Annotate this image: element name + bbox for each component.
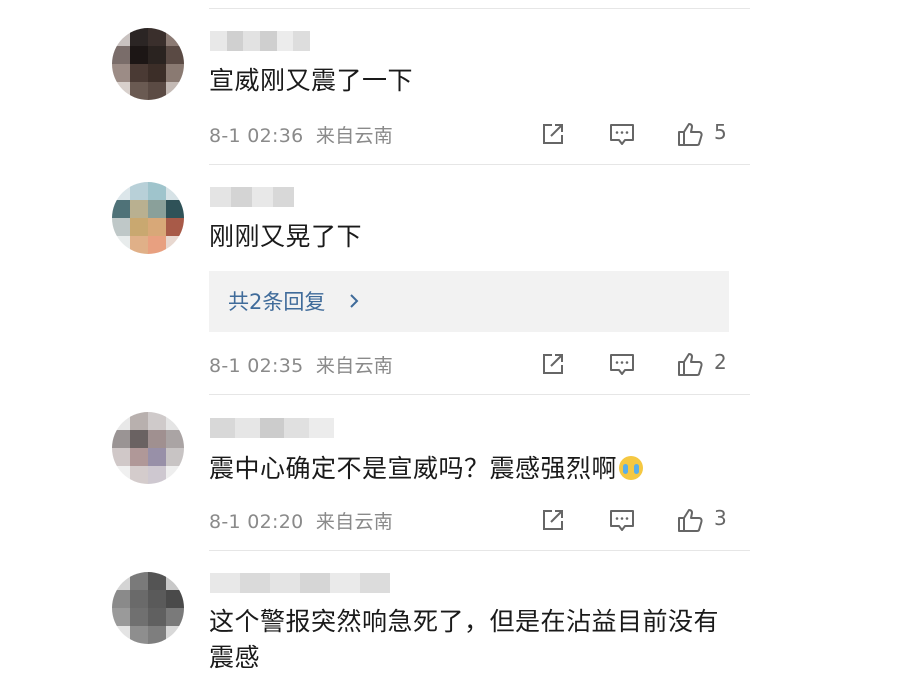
crying-face-emoji bbox=[619, 456, 644, 480]
username-blurred[interactable] bbox=[210, 573, 390, 593]
like-icon[interactable] bbox=[675, 349, 705, 379]
comment-icon[interactable] bbox=[607, 349, 637, 379]
divider bbox=[209, 394, 750, 395]
comment-meta: 8-1 02:35 来自云南 bbox=[209, 351, 393, 378]
comment-meta: 8-1 02:36 来自云南 bbox=[209, 121, 393, 148]
like-count: 5 bbox=[714, 120, 727, 144]
like-count: 3 bbox=[714, 506, 727, 530]
divider bbox=[209, 8, 750, 9]
replies-link[interactable]: 共2条回复 bbox=[228, 286, 325, 316]
divider bbox=[209, 164, 750, 165]
comment-meta: 8-1 02:20 来自云南 bbox=[209, 507, 393, 534]
comment-text: 震中心确定不是宣威吗？震感强烈啊 bbox=[209, 451, 739, 487]
comment-location: 来自云南 bbox=[315, 355, 394, 377]
avatar[interactable] bbox=[112, 28, 184, 100]
comment-location: 来自云南 bbox=[315, 125, 394, 147]
username-blurred[interactable] bbox=[210, 187, 294, 207]
avatar[interactable] bbox=[112, 572, 184, 644]
comment-text: 宣威刚又震了一下 bbox=[209, 66, 414, 95]
like-icon[interactable] bbox=[675, 119, 705, 149]
comment-time: 8-1 02:20 bbox=[209, 511, 304, 533]
username-blurred[interactable] bbox=[210, 418, 334, 438]
comment-location: 来自云南 bbox=[315, 511, 394, 533]
divider bbox=[209, 550, 750, 551]
avatar[interactable] bbox=[112, 412, 184, 484]
like-count: 2 bbox=[714, 350, 727, 374]
chevron-right-icon bbox=[347, 290, 361, 312]
like-icon[interactable] bbox=[675, 505, 705, 535]
comment-icon[interactable] bbox=[607, 505, 637, 535]
share-icon[interactable] bbox=[538, 119, 568, 149]
comment-icon[interactable] bbox=[607, 119, 637, 149]
comment-text: 这个警报突然响急死了，但是在沾益目前没有震感 bbox=[209, 607, 720, 672]
comment-time: 8-1 02:35 bbox=[209, 355, 304, 377]
username-blurred[interactable] bbox=[210, 31, 311, 51]
comment-text-content: 震中心确定不是宣威吗？震感强烈啊 bbox=[209, 454, 618, 483]
replies-box[interactable]: 共2条回复 bbox=[209, 271, 729, 332]
share-icon[interactable] bbox=[538, 505, 568, 535]
comment-time: 8-1 02:36 bbox=[209, 125, 304, 147]
avatar[interactable] bbox=[112, 182, 184, 254]
comment-text: 刚刚又晃了下 bbox=[209, 222, 363, 251]
share-icon[interactable] bbox=[538, 349, 568, 379]
